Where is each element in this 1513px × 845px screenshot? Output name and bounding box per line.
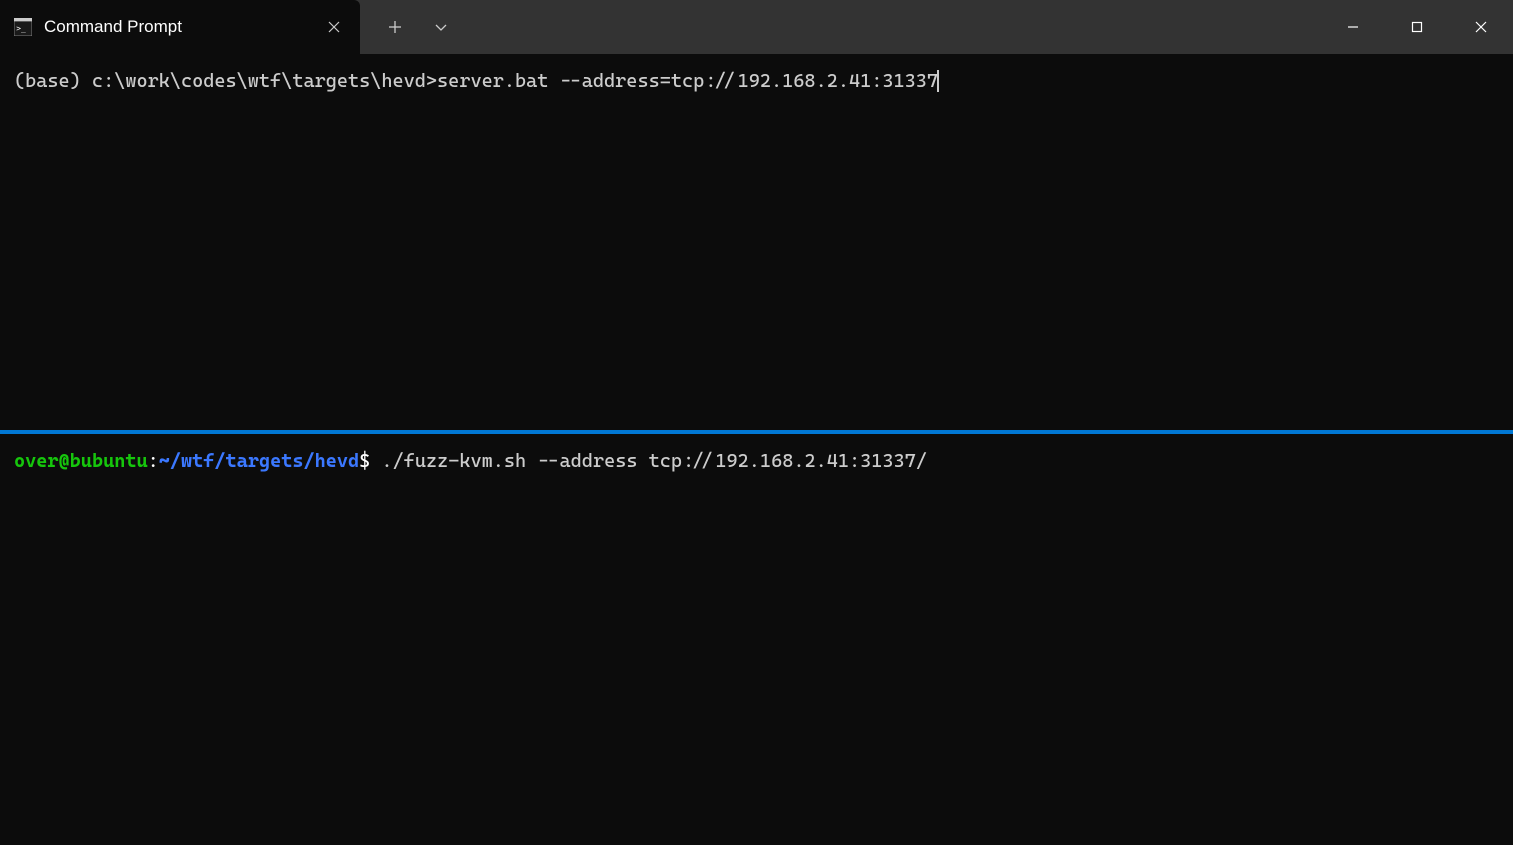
- tab-dropdown-button[interactable]: [418, 0, 464, 54]
- terminal-content: (base) c:\work\codes\wtf\targets\hevd>se…: [0, 54, 1513, 845]
- prompt-user: over: [14, 450, 59, 472]
- prompt-path: ~/wtf/targets/hevd: [159, 450, 359, 472]
- new-tab-button[interactable]: [372, 0, 418, 54]
- top-pane[interactable]: (base) c:\work\codes\wtf\targets\hevd>se…: [0, 54, 1513, 430]
- tab-actions: [360, 0, 464, 54]
- prompt-colon: :: [148, 450, 159, 472]
- titlebar: >_ Command Prompt: [0, 0, 1513, 54]
- bottom-pane[interactable]: over@bubuntu:~/wtf/targets/hevd$ ./fuzz-…: [0, 434, 1513, 845]
- cmd-command: server.bat --address=tcp://192.168.2.41:…: [437, 70, 938, 92]
- prompt-host: bubuntu: [70, 450, 148, 472]
- bash-command: ./fuzz-kvm.sh --address tcp://192.168.2.…: [370, 450, 927, 472]
- tab-title: Command Prompt: [44, 17, 322, 37]
- cursor-icon: [937, 70, 939, 92]
- prompt-at: @: [59, 450, 70, 472]
- minimize-button[interactable]: [1321, 0, 1385, 54]
- cmd-icon: >_: [14, 18, 32, 36]
- prompt-dollar: $: [359, 450, 370, 472]
- close-button[interactable]: [1449, 0, 1513, 54]
- cmd-prompt: (base) c:\work\codes\wtf\targets\hevd>: [14, 70, 437, 92]
- tab-command-prompt[interactable]: >_ Command Prompt: [0, 0, 360, 54]
- maximize-button[interactable]: [1385, 0, 1449, 54]
- svg-text:>_: >_: [16, 24, 26, 33]
- tab-close-button[interactable]: [322, 15, 346, 39]
- window-controls: [1321, 0, 1513, 54]
